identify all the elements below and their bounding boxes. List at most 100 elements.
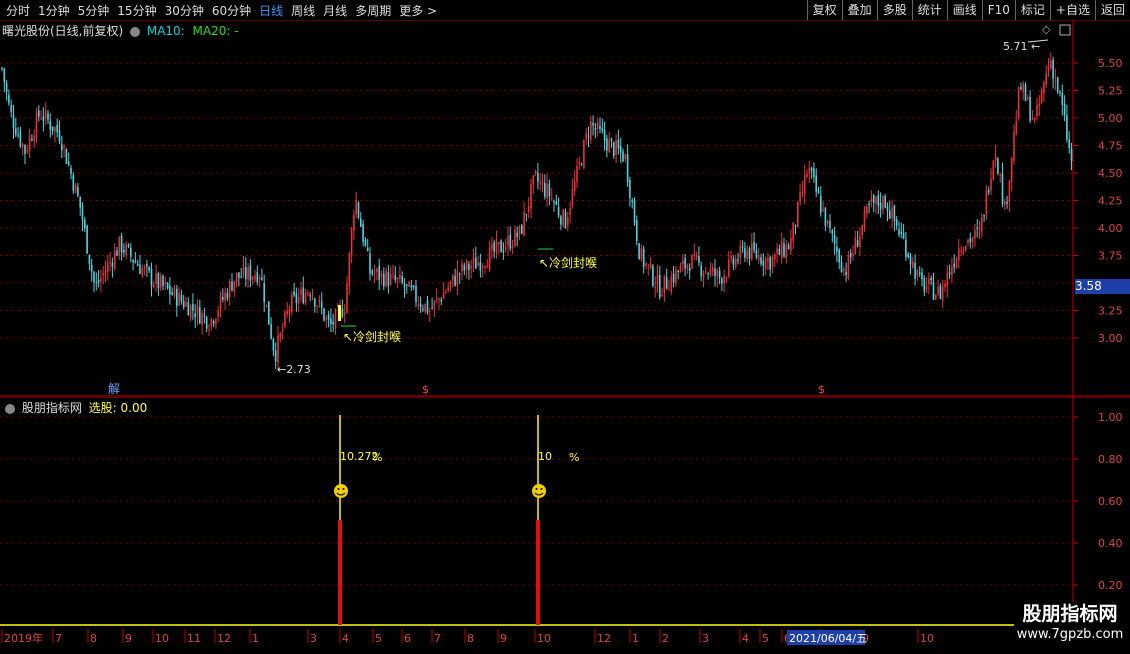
candle	[525, 213, 528, 222]
candle	[889, 200, 891, 219]
candle	[553, 199, 555, 212]
candle	[88, 254, 91, 271]
candle	[56, 118, 58, 138]
ma20-label: MA20: -	[192, 24, 239, 38]
candle	[185, 296, 187, 308]
candles	[1, 52, 1073, 371]
candle	[797, 201, 799, 228]
candle	[675, 265, 677, 287]
candle	[182, 294, 185, 310]
toolbar-action-5[interactable]: F10	[981, 0, 1015, 20]
period-tab-1[interactable]: 1分钟	[38, 2, 70, 19]
candle	[778, 244, 781, 256]
candle	[164, 276, 167, 291]
candle	[452, 274, 454, 288]
candle	[663, 275, 666, 302]
candle	[790, 229, 792, 256]
candle	[498, 241, 500, 255]
toolbar-action-8[interactable]: 返回	[1094, 0, 1130, 20]
period-tab-3[interactable]: 15分钟	[117, 2, 156, 19]
candle	[711, 263, 714, 277]
toolbar-action-6[interactable]: 标记	[1014, 0, 1050, 20]
candle	[624, 153, 627, 163]
candle	[118, 236, 121, 260]
candle	[633, 197, 636, 226]
toolbar-action-2[interactable]: 多股	[876, 0, 912, 20]
candle	[918, 266, 921, 277]
candle	[541, 173, 544, 193]
candle	[928, 272, 930, 295]
candle	[709, 262, 712, 277]
candle	[877, 190, 880, 215]
candle	[534, 169, 537, 177]
candlestick-chart[interactable]: 5.505.255.004.754.504.254.003.753.503.25…	[0, 20, 1130, 397]
candle	[447, 281, 449, 293]
candle	[532, 174, 535, 194]
period-tab-0[interactable]: 分时	[6, 2, 30, 19]
candle	[422, 304, 424, 313]
date-tick-19: 3	[702, 632, 709, 645]
candle	[360, 212, 362, 227]
candle	[787, 242, 790, 250]
toolbar-action-1[interactable]: 叠加	[841, 0, 877, 20]
period-tab-9[interactable]: 多周期	[355, 2, 391, 19]
candle	[380, 270, 383, 286]
toolbar-action-7[interactable]: +自选	[1049, 0, 1095, 20]
candle	[81, 202, 84, 231]
watermark-title: 股朋指标网	[1022, 603, 1118, 625]
candle	[596, 117, 599, 137]
candle	[171, 287, 173, 296]
date-tick-3: 9	[125, 632, 132, 645]
candle	[403, 278, 406, 298]
toolbar-action-4[interactable]: 画线	[946, 0, 982, 20]
period-tab-6[interactable]: 日线	[259, 2, 283, 19]
candle	[113, 243, 116, 271]
period-tab-5[interactable]: 60分钟	[212, 2, 251, 19]
indicator-chart[interactable]: 1.00 0.80 0.60 0.40 0.20 10.272% 10%	[0, 396, 1130, 629]
indicator-menu-icon[interactable]	[5, 403, 15, 414]
top-toolbar: 分时 1分钟 5分钟 15分钟 30分钟 60分钟 日线 周线 月线 多周期 更多 > 复权 叠加 多股…	[0, 0, 1130, 21]
candle	[613, 141, 615, 159]
candle	[978, 220, 981, 240]
candle	[1004, 198, 1006, 210]
candle	[964, 245, 967, 253]
candle	[270, 317, 272, 340]
period-tab-8[interactable]: 月线	[323, 2, 347, 19]
candle	[162, 274, 164, 291]
candle	[757, 247, 760, 264]
candle	[1017, 86, 1020, 121]
candle	[659, 265, 661, 300]
period-tab-10[interactable]: 更多 >	[399, 2, 437, 19]
period-tab-7[interactable]: 周线	[291, 2, 315, 19]
price-chart-panel[interactable]: 5.505.255.004.754.504.254.003.753.503.25…	[0, 20, 1130, 397]
candle	[990, 168, 992, 195]
candle	[700, 261, 702, 282]
candle	[383, 267, 385, 291]
candle	[401, 271, 403, 285]
toolbar-action-0[interactable]: 复权	[806, 0, 842, 20]
period-tab-4[interactable]: 30分钟	[165, 2, 204, 19]
date-tick-21: 5	[762, 632, 769, 645]
indicator-panel[interactable]: 1.00 0.80 0.60 0.40 0.20 10.272% 10% 股朋指标网 选股:…	[0, 396, 1130, 629]
candle	[486, 258, 489, 269]
candle	[40, 110, 42, 120]
candle	[123, 243, 125, 257]
indicator-toggle-icon[interactable]	[130, 26, 141, 37]
candle	[677, 270, 679, 280]
toolbar-action-3[interactable]: 统计	[911, 0, 947, 20]
candle	[281, 322, 284, 340]
candle	[212, 319, 215, 328]
s-marker-2: $	[818, 383, 825, 396]
candle	[698, 246, 700, 267]
date-tick-2: 8	[90, 632, 97, 645]
date-tick-7: 1	[252, 632, 259, 645]
candle	[838, 247, 840, 270]
candle	[958, 239, 960, 269]
period-tab-2[interactable]: 5分钟	[78, 2, 110, 19]
candle	[371, 268, 374, 277]
candle	[702, 270, 705, 288]
price-tick-7: 3.75	[1098, 250, 1123, 263]
watermark-url: www.7gpzb.com	[1016, 627, 1124, 642]
candle	[799, 183, 801, 206]
candle	[51, 126, 54, 135]
